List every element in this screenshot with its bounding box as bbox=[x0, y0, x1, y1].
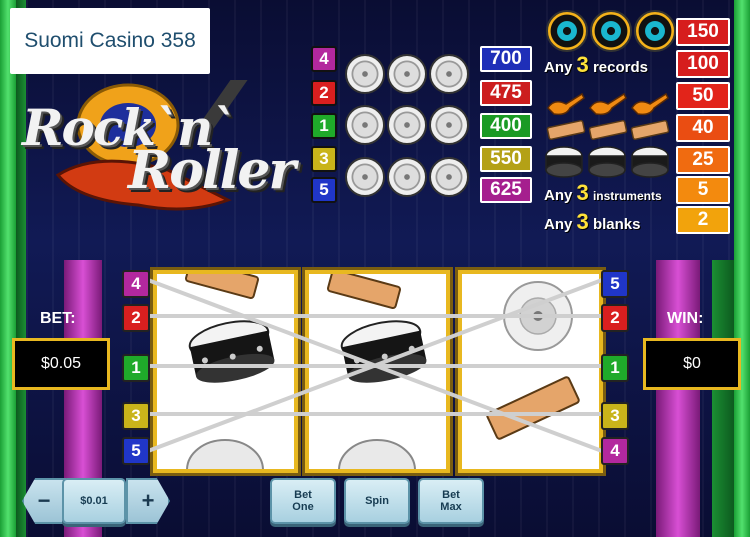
bet-label: BET: bbox=[40, 310, 76, 327]
payline-badge-left[interactable]: 4 bbox=[122, 270, 150, 298]
record-icon bbox=[387, 157, 427, 197]
payline-badge: 2 bbox=[311, 80, 337, 106]
record-icon bbox=[387, 105, 427, 145]
right-green-pillar-shadow bbox=[712, 260, 734, 537]
payline-payout: 625 bbox=[480, 177, 532, 203]
any-3-blanks-label: Any 3 blanks bbox=[544, 209, 641, 234]
payline-badge-left[interactable]: 5 bbox=[122, 437, 150, 465]
payline-badge: 4 bbox=[311, 46, 337, 72]
paytable-value: 5 bbox=[676, 176, 730, 204]
payline-badge-right[interactable]: 3 bbox=[601, 402, 629, 430]
paytable-value: 2 bbox=[676, 206, 730, 234]
record-icon bbox=[345, 105, 385, 145]
right-green-pillar bbox=[734, 0, 750, 537]
record-icon bbox=[429, 54, 469, 94]
payline-badge-right[interactable]: 5 bbox=[601, 270, 629, 298]
record-icon bbox=[345, 54, 385, 94]
payline-badge-right[interactable]: 4 bbox=[601, 437, 629, 465]
any-3-records-label: Any 3 records bbox=[544, 52, 648, 77]
drum-icons bbox=[545, 146, 669, 178]
payline-payout: 550 bbox=[480, 146, 532, 172]
slot-machine: Suomi Casino 358 Rock`n` Roller 4 2 1 3 … bbox=[0, 0, 750, 537]
record-icon bbox=[634, 10, 676, 52]
increase-coin-button[interactable]: + bbox=[126, 478, 170, 524]
record-icon bbox=[429, 105, 469, 145]
record-icon bbox=[429, 157, 469, 197]
payline-badge-right[interactable]: 2 bbox=[601, 304, 629, 332]
bet-one-button[interactable]: Bet One bbox=[270, 478, 336, 524]
payline-badge-left[interactable]: 2 bbox=[122, 304, 150, 332]
paytable-value: 40 bbox=[676, 114, 730, 142]
payline-badge-left[interactable]: 3 bbox=[122, 402, 150, 430]
payline-payout: 475 bbox=[480, 80, 532, 106]
logo-line-2: Roller bbox=[128, 140, 296, 201]
coin-value-display: $0.01 bbox=[62, 478, 126, 524]
record-icon bbox=[345, 157, 385, 197]
any-3-instruments-label: Any 3 instruments bbox=[544, 180, 662, 205]
record-icon bbox=[546, 10, 588, 52]
win-label: WIN: bbox=[667, 310, 704, 327]
harmonica-icons bbox=[546, 120, 670, 140]
payline-badge: 3 bbox=[311, 146, 337, 172]
win-display: $0 bbox=[643, 338, 741, 390]
paytable-value: 25 bbox=[676, 146, 730, 174]
payline-badge: 5 bbox=[311, 177, 337, 203]
guitar-icons bbox=[547, 92, 669, 116]
record-icon bbox=[590, 10, 632, 52]
record-icon bbox=[387, 54, 427, 94]
active-paylines bbox=[146, 278, 604, 453]
payline-payout: 400 bbox=[480, 113, 532, 139]
paytable-value: 100 bbox=[676, 50, 730, 78]
payline-badge-left[interactable]: 1 bbox=[122, 354, 150, 382]
left-green-pillar bbox=[0, 0, 16, 537]
right-purple-pillar bbox=[656, 260, 700, 537]
paytable-value: 150 bbox=[676, 18, 730, 46]
payline-payout: 700 bbox=[480, 46, 532, 72]
payline-badge-right[interactable]: 1 bbox=[601, 354, 629, 382]
spin-button[interactable]: Spin bbox=[344, 478, 410, 524]
bet-display: $0.05 bbox=[12, 338, 110, 390]
payline-badge: 1 bbox=[311, 113, 337, 139]
game-logo: Rock`n` Roller bbox=[18, 80, 318, 220]
site-label: Suomi Casino 358 bbox=[10, 8, 210, 74]
decrease-coin-button[interactable]: − bbox=[22, 478, 66, 524]
bet-max-button[interactable]: Bet Max bbox=[418, 478, 484, 524]
paytable-value: 50 bbox=[676, 82, 730, 110]
